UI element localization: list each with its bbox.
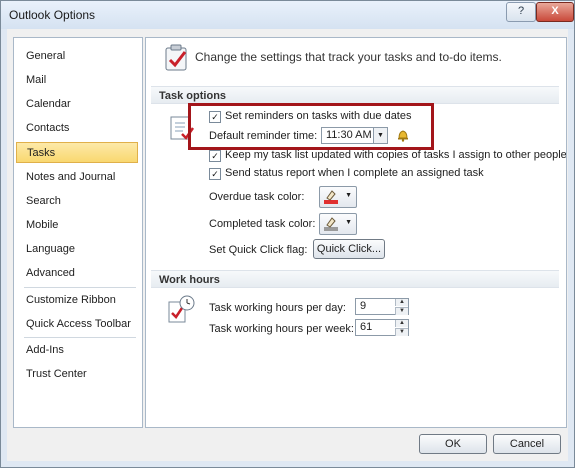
nav-separator <box>24 287 136 288</box>
quick-click-label: Set Quick Click flag: <box>209 244 308 256</box>
spin-up-icon[interactable]: ▲ <box>395 299 408 306</box>
clock-task-icon <box>166 294 196 327</box>
nav-item-calendar[interactable]: Calendar <box>16 94 138 115</box>
spin-down-icon[interactable]: ▼ <box>395 307 408 315</box>
dialog-body: General Mail Calendar Contacts Tasks Not… <box>7 29 568 461</box>
completed-color-button[interactable]: ▼ <box>319 213 357 235</box>
nav-item-contacts[interactable]: Contacts <box>16 118 138 139</box>
per-day-spinner[interactable]: 9 ▲ ▼ <box>355 298 409 315</box>
quick-click-button[interactable]: Quick Click... <box>313 239 385 259</box>
options-nav: General Mail Calendar Contacts Tasks Not… <box>13 37 143 428</box>
outlook-options-window: Outlook Options ? X General Mail Calenda… <box>0 0 575 468</box>
title-bar[interactable]: Outlook Options ? X <box>1 1 574 29</box>
send-status-label: Send status report when I complete an as… <box>225 167 484 179</box>
completed-color-label: Completed task color: <box>209 218 316 230</box>
window-title: Outlook Options <box>9 8 96 22</box>
highlight-annotation <box>188 103 434 150</box>
ok-button[interactable]: OK <box>419 434 487 454</box>
nav-item-tasks[interactable]: Tasks <box>16 142 138 163</box>
per-day-value: 9 <box>360 300 367 312</box>
chevron-down-icon: ▼ <box>345 192 352 199</box>
spin-down-icon[interactable]: ▼ <box>395 328 408 336</box>
tasks-clipboard-icon <box>164 44 190 75</box>
per-day-label: Task working hours per day: <box>209 302 346 314</box>
per-week-spinner[interactable]: 61 ▲ ▼ <box>355 319 409 336</box>
overdue-color-button[interactable]: ▼ <box>319 186 357 208</box>
nav-item-quick-access-toolbar[interactable]: Quick Access Toolbar <box>16 314 138 335</box>
help-button[interactable]: ? <box>506 2 536 22</box>
nav-item-add-ins[interactable]: Add-Ins <box>16 340 138 361</box>
nav-separator <box>24 337 136 338</box>
overdue-color-label: Overdue task color: <box>209 191 305 203</box>
nav-item-search[interactable]: Search <box>16 191 138 212</box>
nav-item-notes-and-journal[interactable]: Notes and Journal <box>16 167 138 188</box>
nav-item-mail[interactable]: Mail <box>16 70 138 91</box>
tasks-options-panel: Change the settings that track your task… <box>145 37 567 428</box>
page-header: Change the settings that track your task… <box>195 50 502 64</box>
nav-item-trust-center[interactable]: Trust Center <box>16 364 138 385</box>
per-week-label: Task working hours per week: <box>209 323 354 335</box>
nav-item-language[interactable]: Language <box>16 239 138 260</box>
close-button[interactable]: X <box>536 2 574 22</box>
work-hours-heading: Work hours <box>151 270 559 288</box>
keep-updated-label: Keep my task list updated with copies of… <box>225 149 567 161</box>
per-week-value: 61 <box>360 321 373 333</box>
spin-up-icon[interactable]: ▲ <box>395 320 408 327</box>
keep-updated-checkbox[interactable]: ✓ <box>209 150 221 162</box>
nav-item-advanced[interactable]: Advanced <box>16 263 138 284</box>
color-picker-icon <box>323 189 339 208</box>
task-options-heading: Task options <box>151 86 559 104</box>
color-picker-icon <box>323 216 339 235</box>
chevron-down-icon: ▼ <box>345 219 352 226</box>
nav-item-customize-ribbon[interactable]: Customize Ribbon <box>16 290 138 311</box>
nav-item-mobile[interactable]: Mobile <box>16 215 138 236</box>
nav-item-general[interactable]: General <box>16 46 138 67</box>
cancel-button[interactable]: Cancel <box>493 434 561 454</box>
send-status-checkbox[interactable]: ✓ <box>209 168 221 180</box>
